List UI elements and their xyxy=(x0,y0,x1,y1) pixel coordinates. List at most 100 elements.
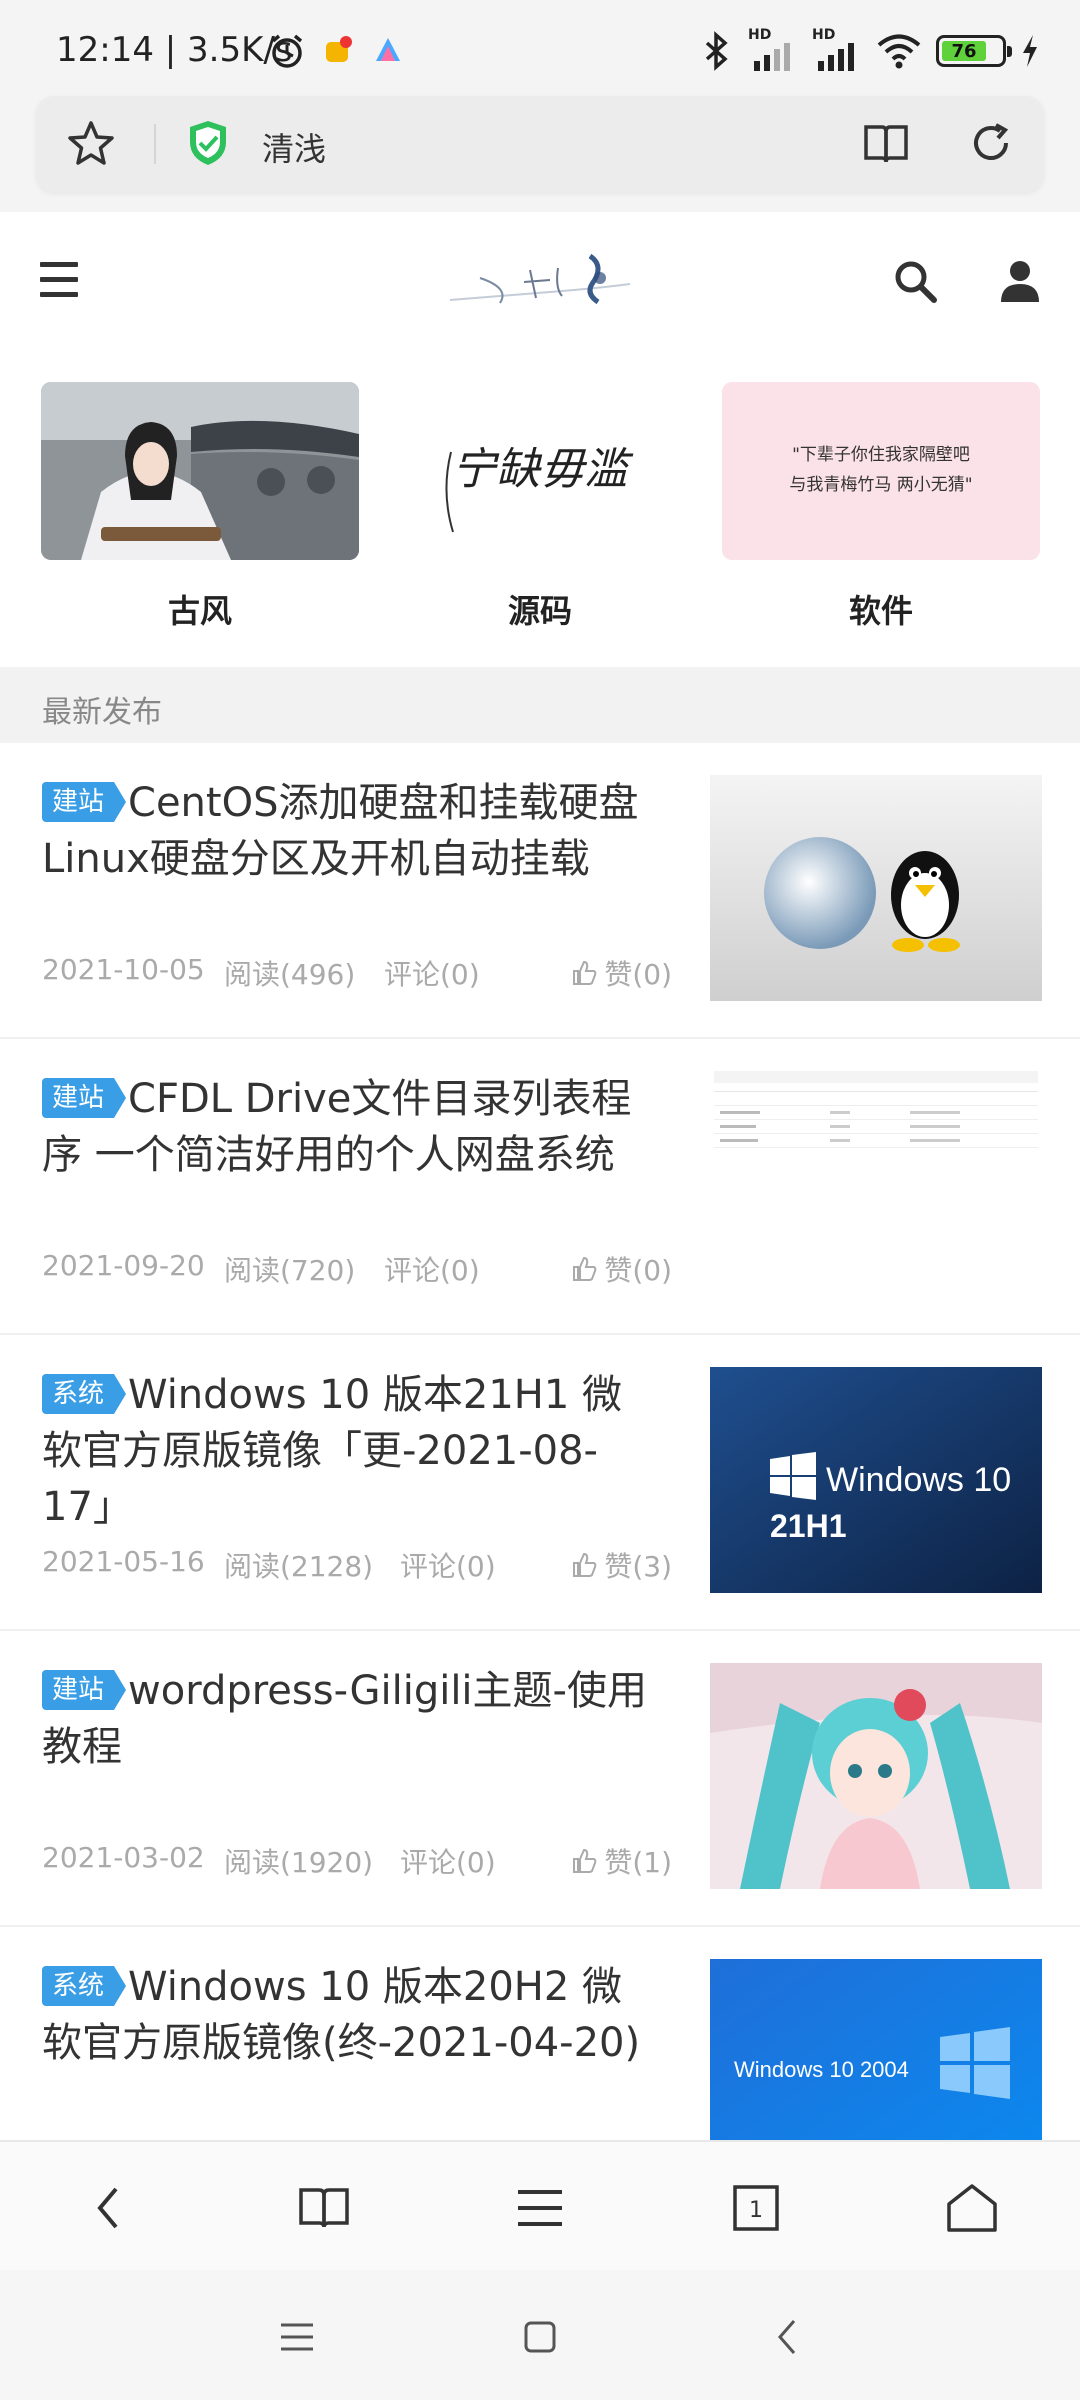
article-read-count: 阅读(496) xyxy=(224,958,356,991)
category-yuanma-image[interactable]: 宁缺毋滥 xyxy=(381,382,699,560)
star-icon[interactable] xyxy=(66,120,116,168)
menu-icon[interactable] xyxy=(40,262,78,298)
address-divider xyxy=(154,124,156,164)
article-thumbnail[interactable] xyxy=(710,775,1042,1001)
article-like-count[interactable]: 赞(3) xyxy=(604,1545,672,1585)
article-title-text[interactable]: CentOS添加硬盘和挂载硬盘Linux硬盘分区及开机自动挂载 xyxy=(42,780,638,882)
article-read-count: 阅读(2128) xyxy=(224,1550,374,1583)
article-title-text[interactable]: Windows 10 版本20H2 微软官方原版镜像(终-2021-04-20) xyxy=(42,1964,640,2066)
article-meta: 2021-10-05 阅读(496) 评论(0) 赞(0) xyxy=(42,953,672,993)
article-like[interactable]: 赞(3) xyxy=(570,1545,672,1585)
category-gufeng[interactable]: 古风 xyxy=(41,382,359,632)
thumb-windows-2004: Windows 10 2004 xyxy=(734,2057,909,2082)
site-header xyxy=(0,212,1080,352)
article-tag[interactable]: 系统 xyxy=(42,1374,127,1414)
battery-level: 76 xyxy=(951,40,977,62)
article-date: 2021-05-16 xyxy=(42,1545,205,1578)
article-thumbnail[interactable]: Windows 10 2004 xyxy=(710,1959,1042,2140)
recents-icon[interactable] xyxy=(272,2312,322,2362)
alarm-icon xyxy=(271,34,303,68)
app-badge-icon xyxy=(326,36,352,62)
status-time: 12:14 | 3.5K/s xyxy=(56,30,293,70)
article-thumbnail[interactable] xyxy=(710,1663,1042,1889)
search-icon[interactable] xyxy=(892,258,938,304)
article-like-count[interactable]: 赞(1) xyxy=(604,1841,672,1881)
article-item[interactable]: 建站 CFDL Drive文件目录列表程序 一个简洁好用的个人网盘系统 2021-… xyxy=(0,1039,1080,1335)
yuanma-calligraphy: 宁缺毋滥 xyxy=(452,444,634,495)
menu-icon[interactable] xyxy=(510,2178,570,2238)
thumb-windows-version: 21H1 xyxy=(770,1508,847,1544)
article-item[interactable]: 建站 CentOS添加硬盘和挂载硬盘Linux硬盘分区及开机自动挂载 2021-1… xyxy=(0,743,1080,1039)
article-tag[interactable]: 建站 xyxy=(42,1078,127,1118)
category-label[interactable]: 软件 xyxy=(722,586,1040,632)
shield-check-icon xyxy=(190,121,226,165)
category-label[interactable]: 源码 xyxy=(381,586,699,632)
article-title[interactable]: 建站 wordpress-Giligili主题-使用教程 xyxy=(42,1663,662,1775)
thumbs-up-icon xyxy=(573,1256,597,1281)
article-title[interactable]: 建站 CFDL Drive文件目录列表程序 一个简洁好用的个人网盘系统 xyxy=(42,1071,662,1183)
category-gufeng-image[interactable] xyxy=(41,382,359,560)
article-title[interactable]: 系统 Windows 10 版本20H2 微软官方原版镜像(终-2021-04-2… xyxy=(42,1959,662,2071)
article-title-text[interactable]: CFDL Drive文件目录列表程序 一个简洁好用的个人网盘系统 xyxy=(42,1076,631,1178)
article-thumbnail[interactable]: Windows 10 21H1 xyxy=(710,1367,1042,1593)
browser-bottom-nav: 1 xyxy=(0,2140,1080,2270)
article-read-count: 阅读(1920) xyxy=(224,1846,374,1879)
reload-icon[interactable] xyxy=(968,120,1014,166)
article-like[interactable]: 赞(1) xyxy=(570,1841,672,1881)
article-like[interactable]: 赞(0) xyxy=(570,1249,672,1289)
site-logo[interactable] xyxy=(440,248,640,318)
article-item[interactable]: 系统 Windows 10 版本21H1 微软官方原版镜像「更-2021-08-1… xyxy=(0,1335,1080,1631)
article-tag[interactable]: 建站 xyxy=(42,1670,127,1710)
tabs-count: 1 xyxy=(749,2198,763,2223)
status-bar: 12:14 | 3.5K/s HD HD 76 xyxy=(0,0,1080,100)
article-comment-count[interactable]: 评论(0) xyxy=(400,1545,496,1585)
article-title-text[interactable]: Windows 10 版本21H1 微软官方原版镜像「更-2021-08-17」 xyxy=(42,1372,622,1530)
article-date: 2021-03-02 xyxy=(42,1841,205,1874)
thumbs-up-icon xyxy=(573,1552,597,1577)
bookmarks-icon[interactable] xyxy=(294,2178,354,2238)
ruanjian-quote-line1: "下辈子你住我家隔壁吧 xyxy=(792,445,970,465)
article-title[interactable]: 系统 Windows 10 版本21H1 微软官方原版镜像「更-2021-08-1… xyxy=(42,1367,662,1535)
article-item[interactable]: 系统 Windows 10 版本20H2 微软官方原版镜像(终-2021-04-2… xyxy=(0,1927,1080,2140)
battery-icon: 76 xyxy=(936,35,1012,67)
article-meta: 2021-03-02 阅读(1920) 评论(0) 赞(1) xyxy=(42,1841,672,1881)
wifi-icon xyxy=(877,34,921,69)
article-thumbnail[interactable] xyxy=(710,1071,1042,1297)
address-site-name[interactable]: 清浅 xyxy=(262,124,326,170)
article-title-text[interactable]: wordpress-Giligili主题-使用教程 xyxy=(42,1668,647,1770)
address-bar[interactable]: 清浅 xyxy=(36,96,1044,192)
article-date: 2021-10-05 xyxy=(42,953,205,986)
category-ruanjian[interactable]: "下辈子你住我家隔壁吧 与我青梅竹马 两小无猜" 软件 xyxy=(722,382,1040,632)
article-comment-count[interactable]: 评论(0) xyxy=(384,953,480,993)
article-comment-count[interactable]: 评论(0) xyxy=(384,1249,480,1289)
article-like-count[interactable]: 赞(0) xyxy=(604,1249,672,1289)
category-ruanjian-image[interactable]: "下辈子你住我家隔壁吧 与我青梅竹马 两小无猜" xyxy=(722,382,1040,560)
article-like[interactable]: 赞(0) xyxy=(570,953,672,993)
web-page: 古风 宁缺毋滥 源码 "下辈子你住我家隔壁吧 与我青梅竹马 两小无猜" 软件 最… xyxy=(0,212,1080,2140)
home-square-icon[interactable] xyxy=(515,2312,565,2362)
signal-hd-2-icon: HD xyxy=(812,27,862,71)
article-comment-count[interactable]: 评论(0) xyxy=(400,1841,496,1881)
article-read-count: 阅读(720) xyxy=(224,1254,356,1287)
tabs-icon[interactable]: 1 xyxy=(726,2178,786,2238)
reader-book-icon[interactable] xyxy=(862,122,910,166)
user-icon[interactable] xyxy=(998,258,1042,304)
article-item[interactable]: 建站 wordpress-Giligili主题-使用教程 2021-03-02 阅… xyxy=(0,1631,1080,1927)
system-back-icon[interactable] xyxy=(762,2312,812,2362)
article-tag[interactable]: 系统 xyxy=(42,1966,127,2006)
charging-icon xyxy=(1023,35,1037,67)
ruanjian-quote-line2: 与我青梅竹马 两小无猜" xyxy=(789,475,972,495)
back-icon[interactable] xyxy=(78,2178,138,2238)
category-yuanma[interactable]: 宁缺毋滥 源码 xyxy=(381,382,699,632)
system-nav-bar xyxy=(0,2270,1080,2400)
article-date: 2021-09-20 xyxy=(42,1249,205,1282)
article-meta: 2021-09-20 阅读(720) 评论(0) 赞(0) xyxy=(42,1249,672,1289)
category-row: 古风 宁缺毋滥 源码 "下辈子你住我家隔壁吧 与我青梅竹马 两小无猜" 软件 xyxy=(0,352,1080,667)
article-tag[interactable]: 建站 xyxy=(42,782,127,822)
section-header: 最新发布 xyxy=(0,667,1080,743)
category-label[interactable]: 古风 xyxy=(41,586,359,632)
article-like-count[interactable]: 赞(0) xyxy=(604,953,672,993)
home-icon[interactable] xyxy=(942,2178,1002,2238)
article-title[interactable]: 建站 CentOS添加硬盘和挂载硬盘Linux硬盘分区及开机自动挂载 xyxy=(42,775,662,887)
signal-hd-1-icon: HD xyxy=(748,27,798,71)
